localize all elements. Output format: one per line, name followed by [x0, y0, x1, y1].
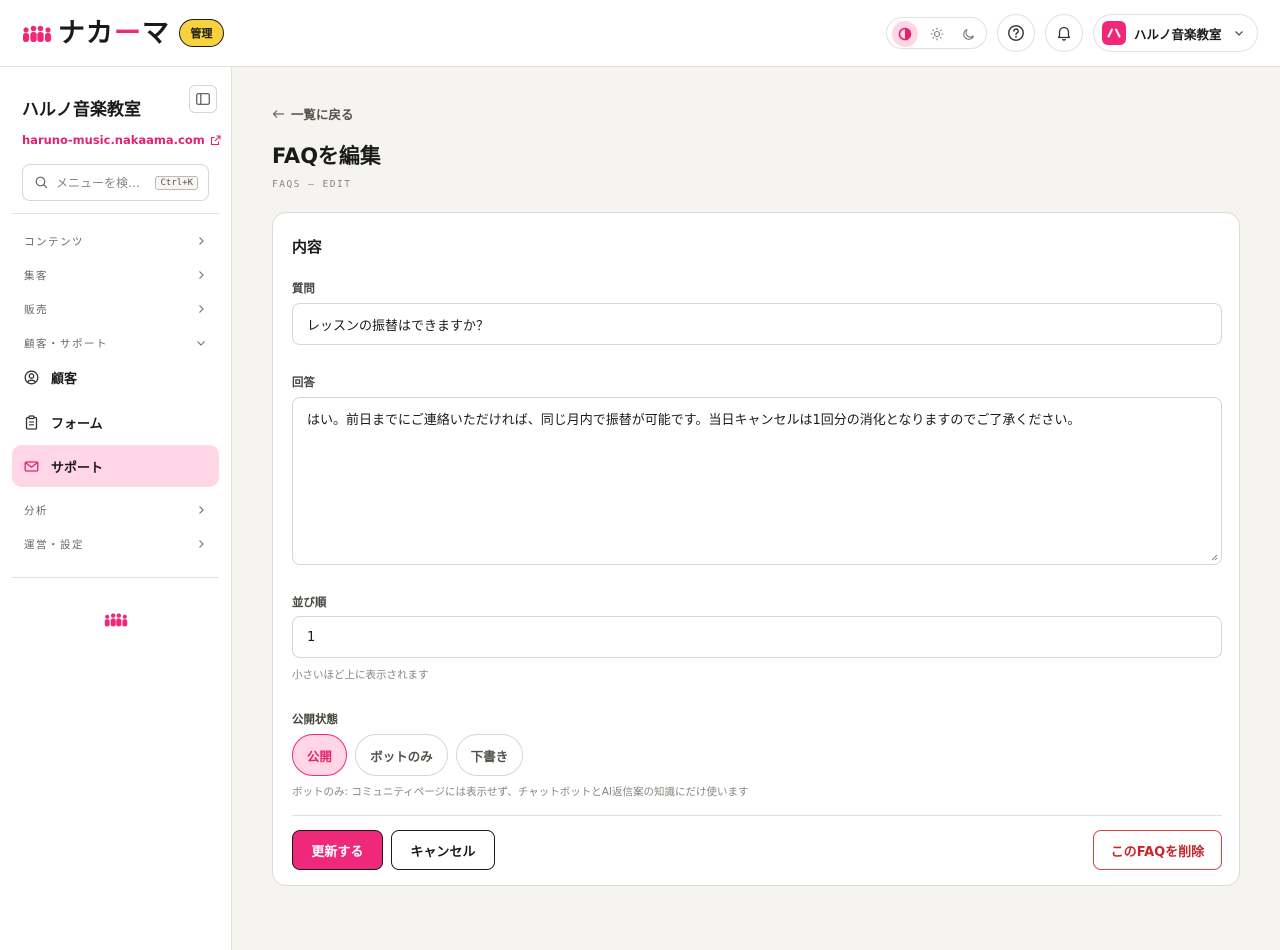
- back-link-label: 一覧に戻る: [291, 107, 354, 122]
- user-circle-icon: [24, 370, 39, 384]
- sidebar-item-customers[interactable]: 顧客: [12, 356, 219, 398]
- account-name: ハルノ音楽教室: [1134, 26, 1222, 42]
- visibility-option-bot-only[interactable]: ボットのみ: [355, 734, 448, 776]
- sidebar: ハルノ音楽教室 haruno-music.nakaama.com メニューを検……: [0, 67, 232, 950]
- account-avatar: [1102, 21, 1126, 45]
- chevron-right-icon: [199, 237, 204, 245]
- chevron-down-icon: [197, 341, 205, 346]
- page-subtitle: FAQS — EDIT: [272, 179, 352, 190]
- visibility-label: 公開状態: [292, 712, 338, 726]
- brand-wordmark: ナカーマ: [58, 18, 170, 49]
- sun-icon: [930, 27, 944, 41]
- mail-icon: [24, 460, 39, 472]
- nav-group-analytics[interactable]: 分析: [12, 495, 219, 525]
- answer-label: 回答: [292, 375, 315, 389]
- brand-logo[interactable]: ナカーマ: [22, 20, 170, 48]
- moon-icon: [963, 28, 975, 40]
- sidebar-item-label: サポート: [51, 460, 104, 476]
- theme-light-option[interactable]: [924, 21, 950, 47]
- visibility-option-public[interactable]: 公開: [292, 734, 347, 776]
- chevron-right-icon: [199, 540, 204, 548]
- chevron-right-icon: [199, 271, 204, 279]
- sidebar-item-label: 顧客: [51, 371, 78, 387]
- chevron-right-icon: [199, 506, 204, 514]
- sidebar-item-support[interactable]: サポート: [12, 445, 219, 487]
- search-shortcut-hint: Ctrl+K: [155, 176, 198, 190]
- people-logo-icon: [104, 613, 128, 627]
- external-link-icon: [210, 134, 221, 145]
- sidebar-collapse-button[interactable]: [189, 85, 217, 113]
- resize-handle-icon[interactable]: [1210, 553, 1218, 561]
- nav-group-settings[interactable]: 運営・設定: [12, 529, 219, 559]
- top-bar: ナカーマ 管理 ハルノ音楽教室: [0, 0, 1280, 67]
- faq-edit-card: 内容 質問 レッスンの振替はできますか？ 回答 はい。前日までにご連絡いただけれ…: [272, 212, 1240, 886]
- ha-glyph-icon: [1107, 28, 1121, 38]
- menu-search-placeholder: メニューを検…: [56, 176, 141, 190]
- section-title: 内容: [292, 238, 323, 256]
- theme-dark-option[interactable]: [956, 21, 982, 47]
- people-logo-icon: [23, 25, 51, 42]
- arrow-left-icon: [272, 109, 284, 118]
- delete-faq-button[interactable]: このFAQを削除: [1093, 830, 1222, 870]
- sidebar-title: ハルノ音楽教室: [22, 100, 141, 120]
- theme-switch: [886, 17, 987, 49]
- visibility-help-text: ボットのみ: コミュニティページには表示せず、チャットボットとAI返信案の知識に…: [292, 786, 749, 798]
- nav-group-label: 集客: [24, 269, 48, 282]
- visibility-option-draft[interactable]: 下書き: [456, 734, 523, 776]
- bell-icon: [1057, 26, 1071, 41]
- search-icon: [35, 176, 48, 189]
- menu-search-input[interactable]: メニューを検… Ctrl+K: [22, 164, 209, 201]
- card-divider: [292, 815, 1222, 816]
- answer-textarea[interactable]: はい。前日までにご連絡いただければ、同じ月内で振替が可能です。当日キャンセルは1…: [292, 397, 1222, 565]
- notifications-button[interactable]: [1045, 14, 1083, 52]
- site-url-link[interactable]: haruno-music.nakaama.com: [22, 133, 221, 147]
- nav-group-marketing[interactable]: 集客: [12, 260, 219, 290]
- nav-group-label: 販売: [24, 303, 48, 316]
- nav-group-content[interactable]: コンテンツ: [12, 226, 219, 256]
- contrast-icon: [898, 27, 912, 41]
- question-label: 質問: [292, 281, 315, 295]
- answer-text: はい。前日までにご連絡いただければ、同じ月内で振替が可能です。当日キャンセルは1…: [307, 413, 1081, 428]
- site-url-text: haruno-music.nakaama.com: [22, 133, 205, 147]
- order-input[interactable]: 1: [292, 616, 1222, 658]
- theme-contrast-option[interactable]: [892, 21, 918, 47]
- cancel-button[interactable]: キャンセル: [391, 830, 495, 870]
- chevron-right-icon: [199, 305, 204, 313]
- question-icon: [1008, 25, 1024, 41]
- admin-badge: 管理: [179, 19, 224, 47]
- nav-group-label: 運営・設定: [24, 538, 84, 551]
- help-button[interactable]: [997, 14, 1035, 52]
- nav-group-sales[interactable]: 販売: [12, 294, 219, 324]
- nav-group-label: コンテンツ: [24, 235, 84, 248]
- order-label: 並び順: [292, 595, 327, 609]
- chevron-down-icon: [1235, 31, 1243, 36]
- update-button[interactable]: 更新する: [292, 830, 383, 870]
- back-to-list-link[interactable]: 一覧に戻る: [272, 104, 354, 123]
- order-help-text: 小さいほど上に表示されます: [292, 669, 429, 681]
- nav-group-customer-support[interactable]: 顧客・サポート: [12, 328, 219, 358]
- question-input[interactable]: レッスンの振替はできますか？: [292, 303, 1222, 345]
- account-menu[interactable]: ハルノ音楽教室: [1093, 14, 1258, 52]
- clipboard-icon: [25, 414, 38, 430]
- panel-left-icon: [196, 93, 210, 105]
- page-title: FAQを編集: [272, 144, 382, 168]
- nav-group-label: 分析: [24, 504, 48, 517]
- sidebar-divider: [12, 213, 219, 214]
- nav-group-label: 顧客・サポート: [24, 337, 108, 350]
- sidebar-item-forms[interactable]: フォーム: [12, 401, 219, 443]
- sidebar-divider: [12, 577, 219, 578]
- sidebar-item-label: フォーム: [51, 416, 103, 432]
